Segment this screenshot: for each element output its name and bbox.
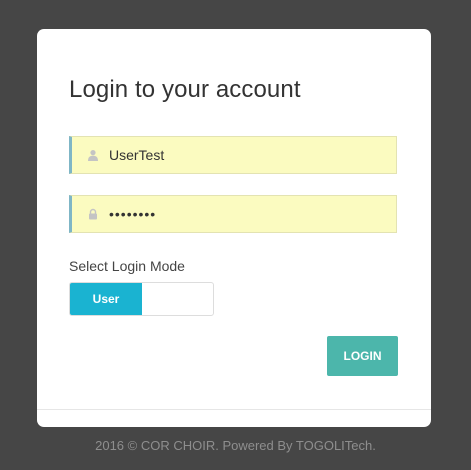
login-mode-label: Select Login Mode	[69, 258, 185, 274]
page-title: Login to your account	[69, 76, 301, 103]
username-input[interactable]	[109, 140, 389, 170]
username-field[interactable]	[69, 136, 397, 174]
user-icon	[86, 148, 100, 162]
login-mode-toggle-on-label[interactable]: User	[70, 283, 142, 315]
password-input[interactable]	[109, 199, 389, 229]
login-mode-toggle[interactable]: User	[69, 282, 214, 316]
card-divider	[37, 409, 431, 410]
password-field[interactable]	[69, 195, 397, 233]
footer-copyright: 2016 © COR CHOIR. Powered By TOGOLITech.	[95, 438, 376, 453]
lock-icon	[86, 207, 100, 221]
login-button[interactable]: LOGIN	[327, 336, 398, 376]
login-card: Login to your account Select Login Mode …	[37, 29, 431, 427]
